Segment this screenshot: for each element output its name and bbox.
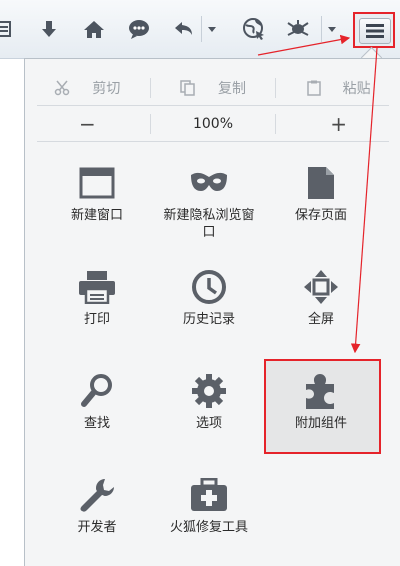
magnifier-icon <box>77 371 117 411</box>
copy-label: 复制 <box>218 80 246 97</box>
options-button[interactable]: 选项 <box>155 371 263 432</box>
new-window-label: 新建窗口 <box>70 208 123 223</box>
browser-toolbar <box>0 0 400 59</box>
clipboard-icon <box>306 80 321 96</box>
clock-icon <box>189 267 229 307</box>
zoom-reset-button[interactable]: 100% <box>151 107 276 140</box>
chevron-down-icon[interactable] <box>205 14 219 44</box>
find-label: 查找 <box>83 416 110 431</box>
globe-hand-icon[interactable] <box>240 14 268 44</box>
extension-bug-icon[interactable] <box>283 14 313 44</box>
puzzle-piece-icon <box>301 371 341 411</box>
save-page-button[interactable]: 保存页面 <box>267 163 375 224</box>
new-private-window-button[interactable]: 新建隐私浏览窗口 <box>155 163 263 241</box>
scissors-icon <box>54 80 70 96</box>
zoom-in-button[interactable]: + <box>276 107 400 140</box>
repair-tool-label: 火狐修复工具 <box>169 520 248 535</box>
first-aid-kit-icon <box>189 475 229 515</box>
paste-label: 粘贴 <box>342 80 371 97</box>
zoom-controls: − 100% + <box>25 107 400 140</box>
main-menu-panel: 剪切 复制 粘贴 − 100% + 新建窗口 新建隐私浏览窗口 保存页面 打印 … <box>24 58 400 566</box>
developer-button[interactable]: 开发者 <box>43 475 151 536</box>
addons-button[interactable]: 附加组件 <box>267 371 375 432</box>
options-label: 选项 <box>195 416 222 431</box>
print-button[interactable]: 打印 <box>43 267 151 328</box>
wrench-icon <box>77 475 117 515</box>
edit-controls: 剪切 复制 粘贴 <box>25 71 400 104</box>
chat-icon[interactable] <box>125 14 153 44</box>
paste-button[interactable]: 粘贴 <box>276 71 400 104</box>
chevron-down-icon[interactable] <box>325 14 339 44</box>
window-icon <box>77 163 117 203</box>
gear-icon <box>189 371 229 411</box>
history-button[interactable]: 历史记录 <box>155 267 263 328</box>
download-icon[interactable] <box>36 14 62 44</box>
printer-icon <box>77 267 117 307</box>
copy-icon <box>180 79 196 96</box>
new-window-button[interactable]: 新建窗口 <box>43 163 151 224</box>
page-icon <box>301 163 341 203</box>
find-button[interactable]: 查找 <box>43 371 151 432</box>
copy-button[interactable]: 复制 <box>151 71 276 104</box>
fullscreen-label: 全屏 <box>307 312 334 327</box>
undo-icon[interactable] <box>172 14 196 44</box>
open-menu-button[interactable] <box>353 12 395 48</box>
fullscreen-button[interactable]: 全屏 <box>267 267 375 328</box>
home-icon[interactable] <box>81 14 107 44</box>
zoom-out-button[interactable]: − <box>25 107 150 140</box>
new-private-window-label: 新建隐私浏览窗口 <box>163 208 255 240</box>
save-page-label: 保存页面 <box>294 208 347 223</box>
cut-button[interactable]: 剪切 <box>25 71 150 104</box>
developer-label: 开发者 <box>77 520 117 535</box>
addons-label: 附加组件 <box>294 416 347 431</box>
print-label: 打印 <box>83 312 110 327</box>
fullscreen-arrows-icon <box>301 267 341 307</box>
mask-icon <box>189 163 229 203</box>
cut-label: 剪切 <box>92 80 121 97</box>
hamburger-icon <box>359 18 391 44</box>
bookmarks-sidebar-icon[interactable] <box>0 14 14 44</box>
repair-tool-button[interactable]: 火狐修复工具 <box>155 475 263 536</box>
history-label: 历史记录 <box>182 312 235 327</box>
